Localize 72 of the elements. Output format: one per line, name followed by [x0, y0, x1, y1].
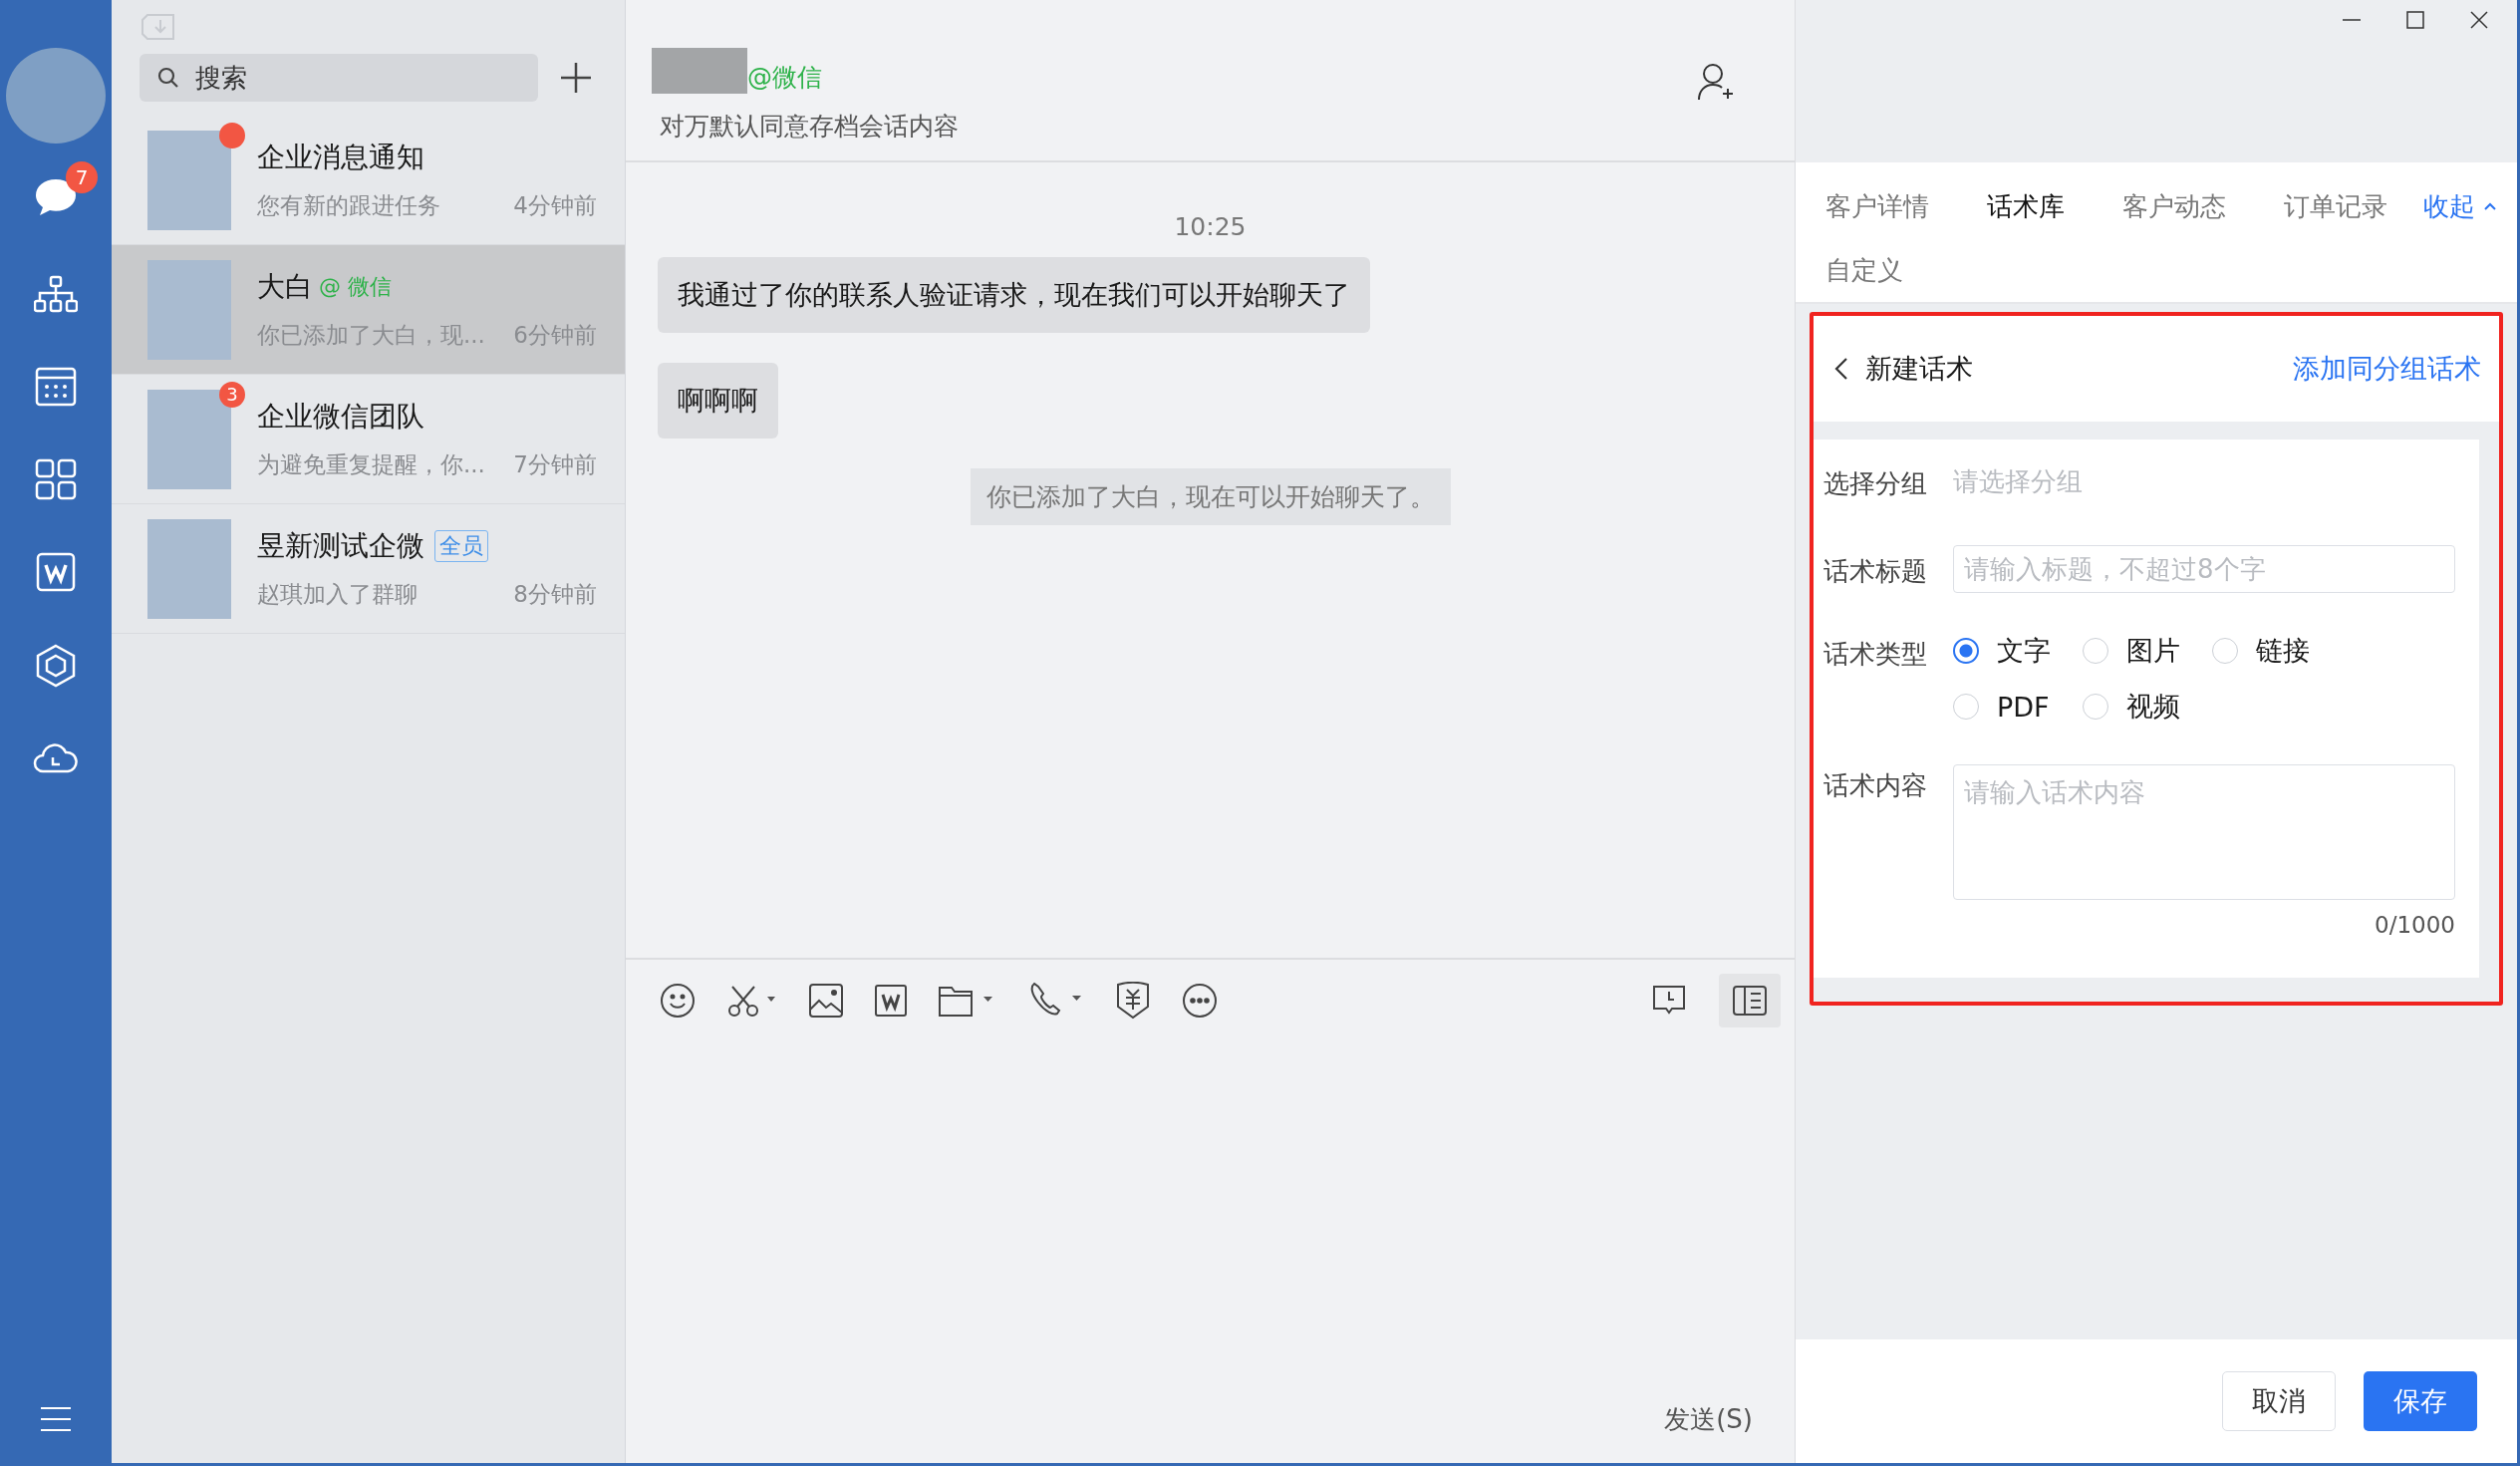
message-preview: 你已添加了大白，现... — [257, 321, 485, 350]
add-contact-icon[interactable] — [1697, 62, 1735, 102]
chevron-up-icon — [2483, 201, 2497, 211]
message-bubble: 啊啊啊 — [658, 363, 778, 439]
message-time: 7分钟前 — [513, 450, 597, 479]
archive-notice: 对万默认同意存档会话内容 — [660, 111, 960, 143]
field-label: 话术标题 — [1823, 554, 1928, 588]
character-counter: 0/1000 — [2375, 912, 2455, 938]
conversation-item[interactable]: 3 企业微信团队 为避免重复提醒，你... 7分钟前 — [112, 375, 625, 504]
source-tag: @ 微信 — [319, 272, 392, 302]
message-time: 8分钟前 — [513, 580, 597, 609]
image-icon[interactable] — [809, 984, 843, 1018]
search-field[interactable]: 搜索 — [140, 54, 538, 102]
radio-option[interactable]: 视频 — [2083, 689, 2212, 725]
message-timestamp: 10:25 — [1174, 212, 1247, 241]
conversation-item[interactable]: 昱新测试企微 全员 赵琪加入了群聊 8分钟前 — [112, 504, 625, 634]
message-preview: 您有新的跟进任务 — [257, 191, 440, 220]
side-panel-icon — [1733, 986, 1767, 1016]
smiley-icon[interactable] — [660, 983, 696, 1019]
back-chevron-icon[interactable] — [1833, 357, 1849, 381]
menu-icon[interactable] — [39, 1405, 73, 1433]
side-panel-toggle[interactable] — [1719, 974, 1781, 1027]
message-time: 6分钟前 — [513, 321, 597, 350]
conversation-item[interactable]: 企业消息通知 您有新的跟进任务 4分钟前 — [112, 116, 625, 245]
form-title: 新建话术 — [1865, 352, 1973, 386]
message-time: 4分钟前 — [513, 191, 597, 220]
radio-option[interactable]: 图片 — [2083, 633, 2212, 669]
source-tag: 全员 — [434, 530, 488, 562]
conversation-name: 企业消息通知 — [257, 140, 424, 175]
conversation-name: 企业微信团队 — [257, 399, 424, 435]
radio-option[interactable]: PDF — [1953, 689, 2083, 725]
calendar-icon[interactable] — [35, 367, 77, 407]
panel-tab[interactable]: 自定义 — [1820, 246, 1909, 310]
close-icon[interactable] — [2469, 10, 2489, 30]
cancel-button[interactable]: 取消 — [2222, 1371, 2336, 1431]
cube-icon[interactable] — [35, 644, 77, 688]
yuan-shield-icon[interactable] — [1116, 982, 1150, 1020]
source-label: @微信 — [747, 62, 822, 94]
chat-history-icon[interactable] — [1651, 985, 1687, 1017]
field-label: 话术类型 — [1823, 638, 1928, 671]
save-button[interactable]: 保存 — [2364, 1371, 2477, 1431]
conversation-item[interactable]: 大白 @ 微信 你已添加了大白，现... 6分钟前 — [112, 245, 625, 375]
panel-tab[interactable]: 客户详情 — [1820, 182, 1935, 246]
plus-icon[interactable] — [560, 62, 592, 94]
panel-tab[interactable]: 客户动态 — [2116, 182, 2232, 246]
conversation-name: 大白 — [257, 269, 313, 305]
content-textarea[interactable]: 请输入话术内容 — [1953, 764, 2455, 900]
document-icon[interactable] — [36, 552, 76, 592]
radio-option[interactable]: 链接 — [2212, 633, 2342, 669]
org-chart-icon[interactable] — [34, 275, 78, 315]
word-document-icon[interactable] — [875, 985, 907, 1017]
panel-tab[interactable]: 订单记录 — [2278, 182, 2393, 246]
collapse-link[interactable]: 收起 — [2423, 182, 2497, 230]
title-input[interactable]: 请输入标题，不超过8个字 — [1953, 545, 2455, 593]
unread-count-badge: 7 — [66, 161, 98, 193]
panel-tab[interactable]: 话术库 — [1981, 182, 2071, 246]
maximize-icon[interactable] — [2405, 10, 2425, 30]
conversation-name: 昱新测试企微 — [257, 528, 424, 564]
system-message: 你已添加了大白，现在可以开始聊天了。 — [970, 468, 1451, 525]
add-same-group-link[interactable]: 添加同分组话术 — [2293, 351, 2481, 387]
field-label: 选择分组 — [1823, 466, 1928, 500]
field-label: 话术内容 — [1823, 769, 1928, 802]
unread-badge: 3 — [219, 381, 245, 408]
message-preview: 为避免重复提醒，你... — [257, 450, 485, 479]
more-icon[interactable] — [1182, 983, 1218, 1019]
search-icon — [157, 67, 179, 89]
message-preview: 赵琪加入了群聊 — [257, 580, 418, 609]
grid-icon[interactable] — [35, 458, 77, 500]
radio-button[interactable] — [1953, 638, 1979, 664]
send-button[interactable]: 发送(S) — [1664, 1402, 1753, 1437]
message-bubble: 我通过了你的联系人验证请求，现在我们可以开始聊天了 — [658, 257, 1370, 333]
radio-option[interactable]: 文字 — [1953, 633, 2083, 669]
